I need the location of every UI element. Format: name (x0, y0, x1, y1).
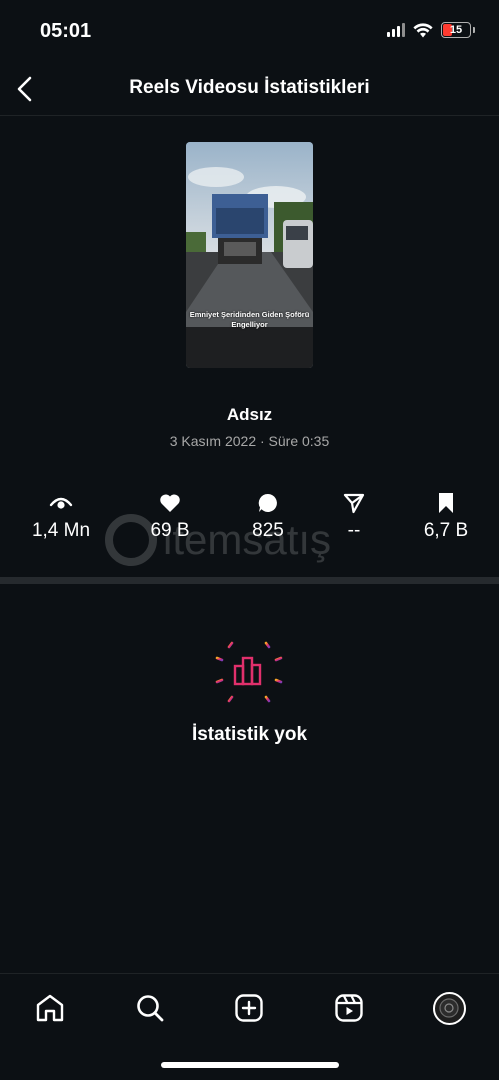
nav-profile[interactable] (429, 988, 469, 1028)
status-bar: 05:01 15 (0, 0, 499, 62)
search-icon (137, 995, 164, 1022)
section-divider (0, 577, 499, 584)
status-time: 05:01 (40, 20, 92, 42)
stat-saves: 6,7 B (401, 490, 491, 542)
share-icon (343, 493, 365, 514)
reel-caption-line2: Engelliyor (231, 320, 268, 329)
empty-state-text: İstatistik yok (191, 724, 308, 745)
stat-views: 1,4 Mn (16, 490, 106, 542)
create-icon (235, 994, 263, 1022)
insights-screen: 05:01 15 Reels Videosu İstatistikleri Em… (0, 0, 499, 1080)
eye-icon (49, 497, 73, 509)
video-title: Adsız (226, 405, 273, 424)
stat-shares: -- (309, 490, 399, 542)
nav-home[interactable] (30, 988, 70, 1028)
reels-icon (335, 994, 363, 1022)
avatar-image (439, 998, 459, 1018)
stat-likes: 69 B (125, 490, 215, 542)
reel-caption-line1: Emniyet Şeridinden Giden Şoförü (189, 310, 310, 319)
saves-count: 6,7 B (423, 520, 469, 541)
video-meta: 3 Kasım 2022 · Süre 0:35 (169, 433, 330, 449)
comments-count: 825 (252, 520, 284, 541)
shares-count: -- (347, 520, 361, 541)
insights-chart-icon (215, 635, 283, 707)
home-indicator (161, 1062, 339, 1068)
page-title: Reels Videosu İstatistikleri (129, 77, 370, 98)
comment-icon (258, 493, 277, 512)
status-icons: 15 (387, 22, 475, 38)
heart-icon (160, 494, 180, 512)
nav-header: Reels Videosu İstatistikleri (0, 62, 499, 116)
nav-reels[interactable] (329, 988, 369, 1028)
reel-thumbnail[interactable]: Emniyet Şeridinden Giden Şoförü Engelliy… (186, 142, 313, 368)
battery-icon: 15 (441, 22, 471, 38)
views-count: 1,4 Mn (31, 520, 91, 541)
reel-thumbnail-image (186, 142, 313, 368)
profile-avatar (432, 991, 466, 1025)
nav-search[interactable] (130, 988, 170, 1028)
battery-level: 15 (449, 24, 463, 36)
wifi-icon (413, 22, 433, 37)
nav-create[interactable] (229, 988, 269, 1028)
cellular-signal-icon (387, 23, 405, 37)
stat-comments: 825 (223, 490, 313, 542)
reel-caption: Emniyet Şeridinden Giden Şoförü Engelliy… (186, 310, 313, 330)
likes-count: 69 B (150, 520, 190, 541)
home-icon (36, 994, 64, 1022)
bookmark-icon (439, 493, 453, 513)
